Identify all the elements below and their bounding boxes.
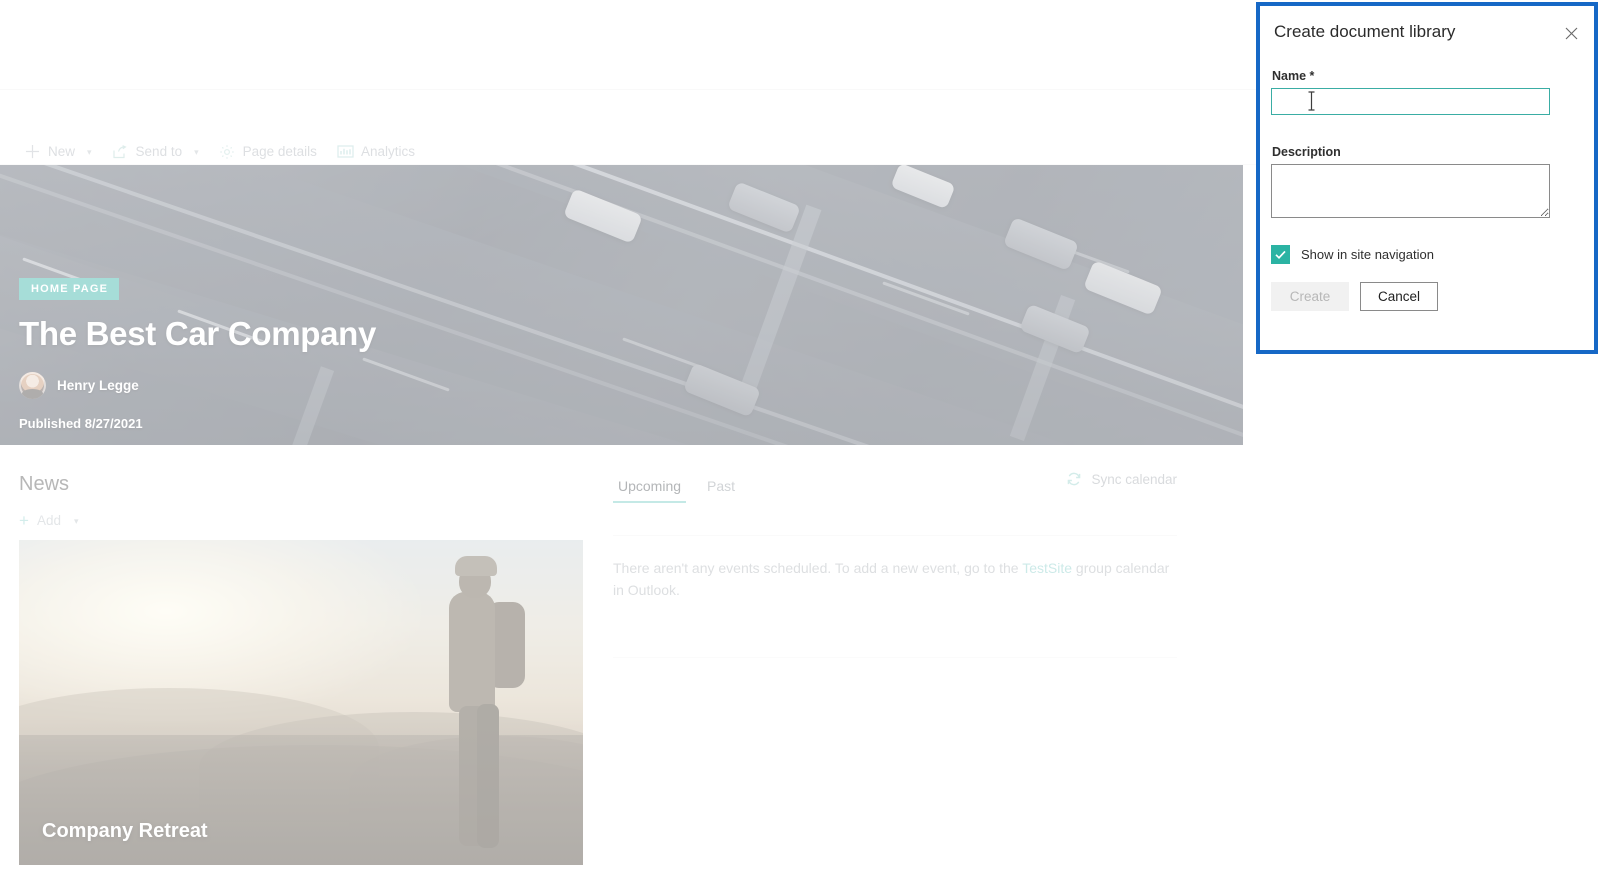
description-field-label: Description <box>1272 145 1341 159</box>
events-empty-message: There aren't any events scheduled. To ad… <box>613 557 1173 602</box>
sync-calendar-label: Sync calendar <box>1091 471 1177 487</box>
send-to-icon <box>112 143 129 160</box>
gear-icon <box>219 143 236 160</box>
command-page-details[interactable]: Page details <box>209 139 327 164</box>
events-group-link[interactable]: TestSite <box>1022 560 1072 576</box>
create-button[interactable]: Create <box>1271 282 1349 311</box>
hero-banner[interactable]: HOME PAGE The Best Car Company Henry Leg… <box>0 165 1243 445</box>
chevron-down-icon: ▾ <box>73 516 79 526</box>
panel-inner: Create document library Name * Descripti… <box>1260 6 1594 350</box>
news-add-button[interactable]: + Add ▾ <box>19 512 583 529</box>
author-name: Henry Legge <box>57 377 139 393</box>
name-label-text: Name <box>1272 69 1307 83</box>
plus-icon <box>24 143 41 160</box>
published-date: Published 8/27/2021 <box>19 415 143 431</box>
required-marker: * <box>1309 69 1315 83</box>
news-card[interactable]: Company Retreat <box>19 540 583 865</box>
command-new[interactable]: New ▾ <box>14 139 102 164</box>
panel-title: Create document library <box>1274 22 1456 41</box>
show-in-site-navigation-row[interactable]: Show in site navigation <box>1271 245 1434 264</box>
create-document-library-panel: Create document library Name * Descripti… <box>1256 2 1598 354</box>
page-title: The Best Car Company <box>19 315 377 352</box>
analytics-icon <box>337 143 354 160</box>
tab-past[interactable]: Past <box>702 478 740 503</box>
sharepoint-page: New ▾ Send to ▾ Page details Analytics H… <box>0 0 1267 896</box>
events-divider <box>613 535 1177 536</box>
show-in-site-navigation-label: Show in site navigation <box>1301 247 1434 262</box>
events-bottom-divider <box>613 657 1177 658</box>
command-new-label: New <box>48 144 76 159</box>
panel-left-strip <box>1260 6 1268 350</box>
sync-calendar-button[interactable]: Sync calendar <box>1066 471 1177 487</box>
news-webpart: News + Add ▾ <box>19 473 583 529</box>
hero-byline: Henry Legge <box>19 371 376 399</box>
checkbox-checked-icon[interactable] <box>1271 245 1290 264</box>
sync-icon <box>1066 471 1082 487</box>
suite-bar-blank <box>0 0 1267 90</box>
events-webpart: Upcoming Past Sync calendar There aren't… <box>613 469 1177 658</box>
command-analytics[interactable]: Analytics <box>327 139 425 164</box>
command-send-to-label: Send to <box>135 144 183 159</box>
news-card-image <box>19 540 583 865</box>
description-input[interactable] <box>1271 164 1550 218</box>
page-body: News + Add ▾ Company Retreat Upcoming Pa… <box>0 445 1267 896</box>
command-bar-items: New ▾ Send to ▾ Page details Analytics <box>14 139 425 164</box>
name-field-label: Name * <box>1272 69 1314 83</box>
app-root: New ▾ Send to ▾ Page details Analytics H… <box>0 0 1600 896</box>
command-analytics-label: Analytics <box>360 144 415 159</box>
avatar <box>19 371 46 399</box>
close-icon[interactable] <box>1560 22 1582 44</box>
hero-content: HOME PAGE The Best Car Company Henry Leg… <box>19 278 376 431</box>
news-card-title: Company Retreat <box>42 820 208 842</box>
plus-icon: + <box>19 511 29 530</box>
command-page-details-label: Page details <box>242 144 317 159</box>
chevron-down-icon: ▾ <box>194 147 199 157</box>
status-badge: HOME PAGE <box>19 278 120 300</box>
news-add-label: Add <box>36 513 61 528</box>
chevron-down-icon: ▾ <box>87 147 92 157</box>
cancel-button[interactable]: Cancel <box>1360 282 1438 311</box>
text-cursor <box>1307 90 1316 112</box>
news-heading: News <box>19 473 70 495</box>
tab-upcoming[interactable]: Upcoming <box>613 478 687 503</box>
panel-actions: Create Cancel <box>1271 282 1438 311</box>
events-empty-prefix: There aren't any events scheduled. To ad… <box>613 560 1023 576</box>
command-send-to[interactable]: Send to ▾ <box>102 139 209 164</box>
